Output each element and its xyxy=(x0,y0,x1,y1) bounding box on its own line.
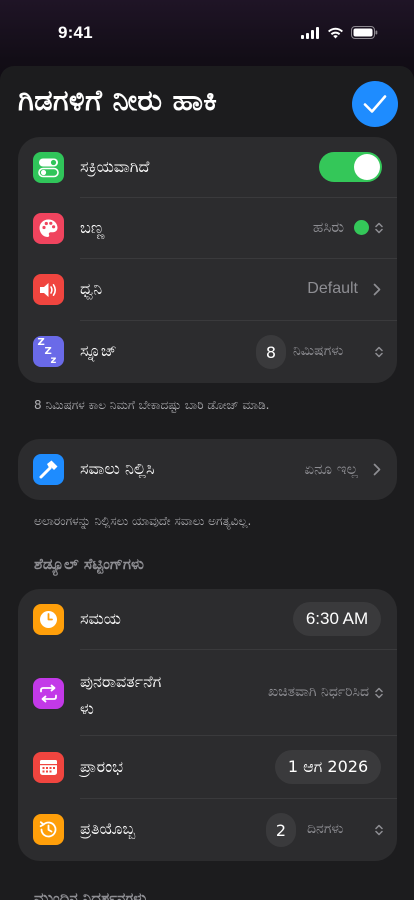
status-time: 9:41 xyxy=(58,23,93,42)
chevron-up-down-icon xyxy=(375,346,383,358)
chevron-right-icon xyxy=(373,463,381,476)
checkmark-icon xyxy=(363,95,387,113)
repeat-label-line2: ಳು xyxy=(80,699,94,718)
history-icon xyxy=(33,814,64,845)
wifi-icon xyxy=(328,27,343,38)
repeat-icon xyxy=(33,678,64,709)
challenge-footnote: ಅಲಾರಂಗಳನ್ನು ನಿಲ್ಲಿಸಲು ಯಾವುದೇ ಸವಾಲು ಅಗತ್ಯ… xyxy=(34,514,252,528)
challenge-card[interactable]: ಸವಾಲು ನಿಲ್ಲಿಸಿ ಏನೂ ಇಲ್ಲ xyxy=(18,439,397,500)
time-value: 6:30 AM xyxy=(305,609,369,628)
color-row[interactable]: ಬಣ್ಣ ಹಸಿರು xyxy=(18,198,397,259)
every-unit[interactable]: ದಿನಗಳು xyxy=(307,821,343,837)
start-label: ಪ್ರಾರಂಭ xyxy=(80,757,124,776)
page-title: ಗಿಡಗಳಿಗೆ ನೀರು ಹಾಕಿ xyxy=(18,83,218,117)
snooze-footnote: 8 ನಿಮಿಷಗಳ ಕಾಲ ನಿಮಗೆ ಬೇಕಾದಷ್ಟು ಬಾರಿ ಡೋಜ್ … xyxy=(34,398,270,412)
chevron-up-down-icon xyxy=(375,222,383,234)
every-count-stepper[interactable]: 2 xyxy=(266,813,296,847)
enabled-label: ಸಕ್ರಿಯವಾಗಿದೆ xyxy=(80,157,150,176)
alarm-settings-card: ಸಕ್ರಿಯವಾಗಿದೆ ಬಣ್ಣ ಹಸಿರು ಧ್ವನಿ Default Z … xyxy=(18,137,397,383)
done-button[interactable] xyxy=(352,81,398,127)
color-swatch-dot xyxy=(354,219,369,235)
schedule-section-header: ಶೆಡ್ಯೂಲ್ ಸೆಟ್ಟಿಂಗ್‌ಗಳು xyxy=(34,555,144,573)
enabled-row: ಸಕ್ರಿಯವಾಗಿದೆ xyxy=(18,137,397,198)
zzz-icon: ZZz xyxy=(33,336,64,367)
toggle-icon xyxy=(33,152,64,183)
repeat-label: ಪುನರಾವರ್ತನೆಗ ಳು xyxy=(80,668,161,722)
challenge-value-text: ಏನೂ ಇಲ್ಲ xyxy=(304,460,358,478)
repeat-value-text: ಖಚಿತವಾಗಿ ನಿರ್ಧರಿಸಿದ xyxy=(267,684,369,700)
snooze-count: 8 xyxy=(265,342,277,362)
toggle-knob xyxy=(354,154,380,180)
time-row: ಸಮಯ 6:30 AM xyxy=(18,589,397,650)
every-row: ಪ್ರತಿಯೊಬ್ಬ 2 ದಿನಗಳು xyxy=(18,799,397,861)
challenge-value: ಏನೂ ಇಲ್ಲ xyxy=(304,460,358,478)
every-label: ಪ್ರತಿಯೊಬ್ಬ xyxy=(80,819,136,838)
repeat-value: ಖಚಿತವಾಗಿ ನಿರ್ಧರಿಸಿದ xyxy=(268,684,369,700)
start-date-picker[interactable]: 1 ಆಗ 2026 xyxy=(275,750,381,784)
calendar-icon xyxy=(33,752,64,783)
challenge-label: ಸವಾಲು ನಿಲ್ಲಿಸಿ xyxy=(80,459,155,478)
time-picker[interactable]: 6:30 AM xyxy=(293,602,381,636)
repeat-row[interactable]: ಪುನರಾವರ್ತನೆಗ ಳು ಖಚಿತವಾಗಿ ನಿರ್ಧರಿಸಿದ xyxy=(18,650,397,736)
schedule-settings-card: ಸಮಯ 6:30 AM ಪುನರಾವರ್ತನೆಗ ಳು ಖಚಿತವಾಗಿ ನಿರ… xyxy=(18,589,397,861)
status-icons xyxy=(301,26,378,39)
sound-row[interactable]: ಧ್ವನಿ Default xyxy=(18,259,397,321)
sound-value-text: Default xyxy=(307,280,358,297)
snooze-count-stepper[interactable]: 8 xyxy=(256,335,286,369)
sound-label: ಧ್ವನಿ xyxy=(80,279,103,298)
start-row: ಪ್ರಾರಂಭ 1 ಆಗ 2026 xyxy=(18,736,397,799)
time-label: ಸಮಯ xyxy=(80,609,121,628)
sound-value: Default xyxy=(307,280,358,298)
cellular-signal-icon xyxy=(301,26,319,39)
speaker-icon xyxy=(33,274,64,305)
chevron-up-down-icon xyxy=(375,687,383,699)
snooze-label: ಸ್ನೂಜ್ xyxy=(80,341,117,360)
snooze-row: ZZz ಸ್ನೂಜ್ 8 ನಿಮಿಷಗಳು xyxy=(18,321,397,383)
color-value: ಹಸಿರು xyxy=(313,218,369,236)
chevron-up-down-icon xyxy=(375,824,383,836)
every-count: 2 xyxy=(275,820,287,840)
start-date-value: 1 ಆಗ 2026 xyxy=(287,757,369,776)
snooze-unit[interactable]: ನಿಮಿಷಗಳು xyxy=(293,343,343,359)
status-bar: 9:41 xyxy=(0,0,414,66)
battery-icon xyxy=(351,26,378,39)
clock-icon xyxy=(33,604,64,635)
enabled-toggle[interactable] xyxy=(319,152,382,182)
repeat-label-line1: ಪುನರಾವರ್ತನೆಗ xyxy=(80,672,162,691)
hammer-icon xyxy=(33,454,64,485)
color-value-text: ಹಸಿರು xyxy=(312,218,344,236)
color-label: ಬಣ್ಣ xyxy=(80,218,105,237)
palette-icon xyxy=(33,213,64,244)
next-instances-section-header: ಮುಂದಿನ ನಿದರ್ಶನಗಳು xyxy=(34,889,147,900)
chevron-right-icon xyxy=(373,283,381,296)
